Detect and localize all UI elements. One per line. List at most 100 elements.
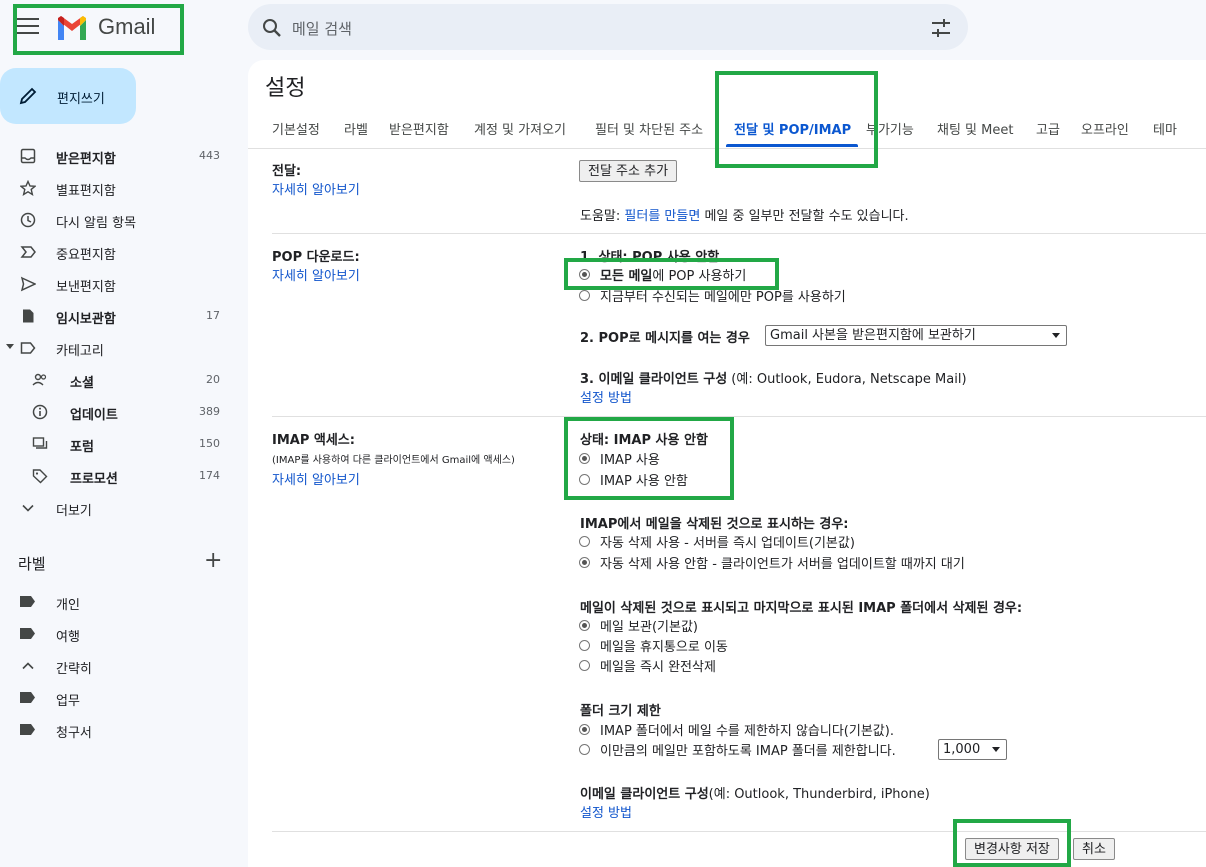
no-limit-radio[interactable] [579,724,590,735]
add-forwarding-address-button[interactable]: 전달 주소 추가 [579,160,678,182]
pop-client-config: 3. 이메일 클라이언트 구성 (예: Outlook, Eudora, Net… [580,368,967,387]
save-changes-button[interactable]: 변경사항 저장 [965,838,1059,860]
clock-icon [20,212,36,228]
pop-client-label: 3. 이메일 클라이언트 구성 [580,372,728,387]
sidebar-item-more[interactable]: 더보기 [0,492,240,524]
search-bar[interactable]: 메일 검색 [248,4,968,50]
limit-radio[interactable] [579,744,590,755]
label-icon [20,596,35,607]
compose-label: 편지쓰기 [57,92,105,107]
sidebar-item-updates[interactable]: 업데이트 389 [0,396,240,428]
imap-setup-link[interactable]: 설정 방법 [580,802,632,821]
dropdown-arrow-icon [992,747,1000,752]
send-icon [20,276,36,292]
pencil-icon [19,87,37,105]
tab-forwarding-pop-imap[interactable]: 전달 및 POP/IMAP [734,119,851,138]
imap-expunged-label: 메일이 삭제된 것으로 표시되고 마지막으로 표시된 IMAP 폴더에서 삭제된… [580,601,1023,616]
no-limit-label: IMAP 폴더에서 메일 수를 제한하지 않습니다(기본값). [600,724,894,739]
pop-action-select[interactable]: Gmail 사본을 받은편지함에 보관하기 [765,325,1067,346]
tab-filters[interactable]: 필터 및 차단된 주소 [595,119,703,138]
tip-suffix: 메일 중 일부만 전달할 수도 있습니다. [700,209,909,224]
sidebar-item-inbox[interactable]: 받은편지함 443 [0,140,240,172]
imap-enable-radio[interactable] [579,453,590,464]
chevron-up-icon [22,662,34,670]
auto-expunge-off-radio[interactable] [579,557,590,568]
people-icon [32,373,47,386]
pop-all-mail-label: 모든 메일에 POP 사용하기 [600,265,746,284]
sidebar-item-promotions[interactable]: 프로모션 174 [0,460,240,492]
unread-count: 174 [199,469,220,482]
draft-icon [23,309,34,323]
sidebar-item-label: 프로모션 [70,472,118,487]
label-icon [20,692,35,703]
main-menu-button[interactable] [17,18,39,36]
sidebar-item-forums[interactable]: 포럼 150 [0,428,240,460]
trash-label: 메일을 휴지통으로 이동 [600,640,728,655]
imap-enable-label: IMAP 사용 [600,453,660,468]
sidebar-label-travel[interactable]: 여행 [0,618,240,650]
search-options-icon[interactable] [930,17,952,39]
sidebar-item-drafts[interactable]: 임시보관함 17 [0,300,240,332]
unread-count: 150 [199,437,220,450]
add-label-button[interactable]: + [204,550,222,572]
expand-caret-icon[interactable] [6,344,14,349]
sidebar-item-categories[interactable]: 카테고리 [0,332,240,364]
sidebar-item-social[interactable]: 소셜 20 [0,364,240,396]
tab-chat-meet[interactable]: 채팅 및 Meet [937,119,1013,138]
pop-learn-more-link[interactable]: 자세히 알아보기 [272,265,360,284]
pop-action-value: Gmail 사본을 받은편지함에 보관하기 [770,328,976,343]
search-icon[interactable] [261,17,283,39]
limit-label: 이만큼의 메일만 포함하도록 IMAP 폴더를 제한합니다. [600,744,896,759]
sidebar-item-label: 청구서 [56,726,92,741]
tab-addons[interactable]: 부가기능 [866,119,914,138]
section-divider [272,831,1206,832]
gmail-logo-icon [58,16,86,40]
sidebar-label-invoices[interactable]: 청구서 [0,714,240,746]
forum-icon [32,437,48,449]
pop-setup-link[interactable]: 설정 방법 [580,387,632,406]
pop-new-mail-radio[interactable] [579,290,590,301]
sidebar-item-label: 받은편지함 [56,152,116,167]
auto-expunge-on-radio[interactable] [579,536,590,547]
label-outline-icon [20,342,36,354]
sidebar-item-snoozed[interactable]: 다시 알림 항목 [0,204,240,236]
imap-status: 상태: IMAP 사용 안함 [580,433,708,448]
sidebar-item-important[interactable]: 중요편지함 [0,236,240,268]
important-icon [20,246,36,258]
trash-radio[interactable] [579,640,590,651]
imap-learn-more-link[interactable]: 자세히 알아보기 [272,469,360,488]
sidebar-label-work[interactable]: 업무 [0,682,240,714]
tab-offline[interactable]: 오프라인 [1081,119,1129,138]
imap-note: (IMAP를 사용하여 다른 클라이언트에서 Gmail에 액세스) [272,455,515,466]
forwarding-learn-more-link[interactable]: 자세히 알아보기 [272,179,360,198]
sidebar-item-sent[interactable]: 보낸편지함 [0,268,240,300]
tab-advanced[interactable]: 고급 [1036,119,1060,138]
folder-limit-select[interactable]: 1,000 [938,739,1007,760]
sidebar-item-label: 포럼 [70,440,94,455]
cancel-button[interactable]: 취소 [1073,838,1115,860]
unread-count: 443 [199,149,220,162]
tag-icon [32,469,48,484]
sidebar-label-less[interactable]: 간략히 [0,650,240,682]
settings-panel: 설정 기본설정 라벨 받은편지함 계정 및 가져오기 필터 및 차단된 주소 전… [248,60,1206,867]
search-input[interactable]: 메일 검색 [292,18,352,39]
pop-all-mail-radio[interactable] [579,269,590,280]
tab-general[interactable]: 기본설정 [272,119,320,138]
delete-forever-label: 메일을 즉시 완전삭제 [600,660,716,675]
unread-count: 20 [206,373,220,386]
pop-all-mail-rest: 에 POP 사용하기 [652,269,747,284]
tab-inbox[interactable]: 받은편지함 [389,119,449,138]
imap-deleted-label: IMAP에서 메일을 삭제된 것으로 표시하는 경우: [580,517,849,532]
tab-labels[interactable]: 라벨 [344,119,368,138]
create-filter-link[interactable]: 필터를 만들면 [624,209,700,224]
imap-disable-radio[interactable] [579,474,590,485]
sidebar-label-personal[interactable]: 개인 [0,586,240,618]
compose-button[interactable]: 편지쓰기 [0,68,136,124]
forwarding-tip: 도움말: 필터를 만들면 메일 중 일부만 전달할 수도 있습니다. [580,205,909,224]
tab-themes[interactable]: 테마 [1153,119,1177,138]
delete-forever-radio[interactable] [579,660,590,671]
pop-title: POP 다운로드: [272,250,360,265]
tab-accounts[interactable]: 계정 및 가져오기 [474,119,566,138]
archive-radio[interactable] [579,620,590,631]
sidebar-item-starred[interactable]: 별표편지함 [0,172,240,204]
